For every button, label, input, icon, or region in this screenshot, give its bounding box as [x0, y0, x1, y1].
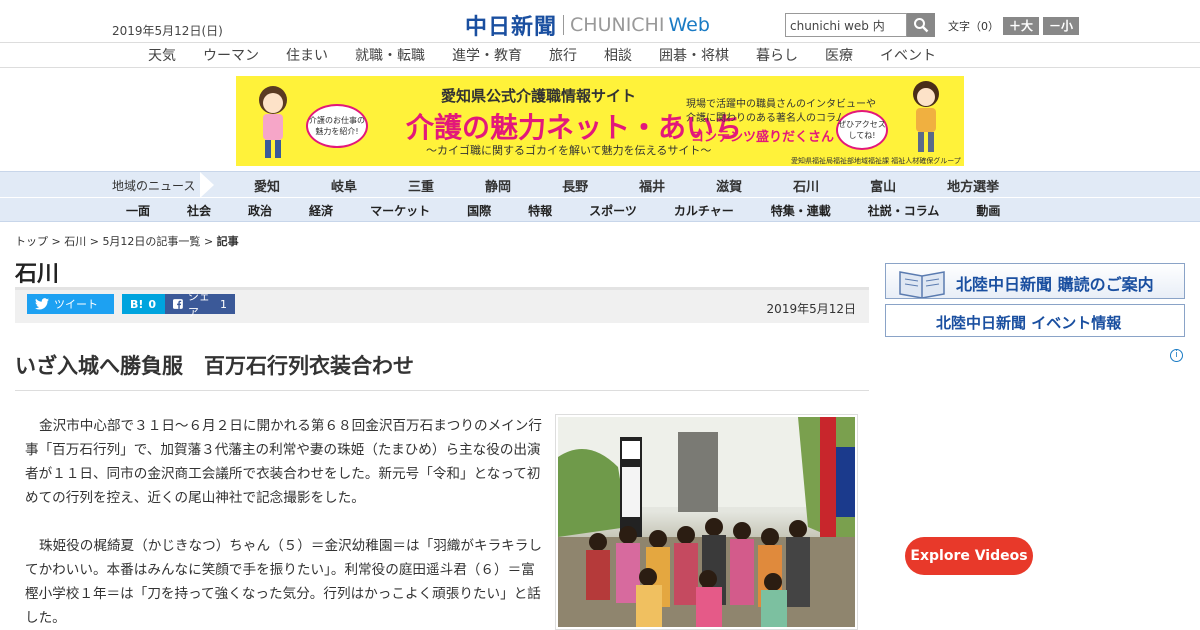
facebook-icon: [173, 299, 183, 309]
facebook-share-count: 1: [220, 297, 227, 311]
banner-tagline: 〜カイゴ職に関するゴカイを解いて魅力を伝えるサイト〜: [426, 144, 712, 157]
section-nav-item[interactable]: 社説・コラム: [868, 202, 940, 219]
share-bar: ツイート B! 0 シェア 1 2019年5月12日: [15, 290, 869, 323]
category-nav-item[interactable]: 住まい: [286, 45, 328, 65]
logo-en: CHUNICHI: [570, 14, 665, 36]
section-nav-item[interactable]: 特報: [528, 202, 552, 219]
book-icon: [899, 271, 945, 298]
category-nav-item[interactable]: ウーマン: [203, 45, 259, 65]
banner-description-line: 現場で活躍中の職員さんのインタビューや: [686, 99, 876, 110]
category-nav: 天気 ウーマン 住まい 就職・転職 進学・教育 旅行 相談 囲碁・将棋 暮らし …: [0, 43, 1200, 68]
section-nav-item[interactable]: マーケット: [370, 202, 430, 219]
section-nav-item[interactable]: 特集・連載: [771, 202, 831, 219]
banner-bubble-left: 介護のお仕事の魅力を紹介!: [306, 104, 368, 148]
twitter-bird-icon: [35, 298, 49, 310]
font-size-control: 文字（0） ＋大 －小: [948, 17, 1080, 35]
section-nav: 一面 社会 政治 経済 マーケット 国際 特報 スポーツ カルチャー 特集・連載…: [0, 197, 1200, 222]
banner-highlight: コンテンツ盛りだくさん: [691, 130, 835, 145]
site-search: [785, 13, 935, 37]
category-nav-item[interactable]: 相談: [604, 45, 632, 65]
search-icon: [914, 18, 929, 33]
category-nav-item[interactable]: 進学・教育: [452, 45, 522, 65]
hatena-bookmark-icon: B!: [130, 297, 144, 311]
region-nav-item[interactable]: 三重: [408, 176, 434, 195]
breadcrumb-top[interactable]: トップ: [15, 235, 48, 248]
subscription-ad[interactable]: 北陸中日新聞 購読のご案内: [885, 263, 1185, 299]
category-nav-item[interactable]: 旅行: [549, 45, 577, 65]
event-info-ad[interactable]: 北陸中日新聞 イベント情報: [885, 304, 1185, 337]
headline-divider: [15, 390, 869, 391]
article-date: 2019年5月12日: [766, 302, 856, 316]
current-date: 2019年5月12日(日): [112, 24, 223, 38]
banner-subtitle: 愛知県公式介護職情報サイト: [441, 87, 637, 105]
section-nav-item[interactable]: 経済: [309, 202, 333, 219]
subscription-ad-text: 北陸中日新聞 購読のご案内: [956, 275, 1154, 294]
section-nav-item[interactable]: カルチャー: [674, 202, 734, 219]
costume-group-photo-illustration: [558, 417, 855, 627]
category-nav-item[interactable]: 医療: [825, 45, 853, 65]
article-paragraph: 珠姫役の梶綺夏（かじきなつ）ちゃん（５）＝金沢幼稚園＝は「羽織がキラキラしてかわ…: [25, 538, 542, 626]
breadcrumb-list[interactable]: 5月12日の記事一覧: [102, 235, 200, 248]
region-nav-item[interactable]: 富山: [870, 176, 896, 195]
mascot-right-illustration: [913, 81, 939, 152]
article-body: 金沢市中心部で３１日～６月２日に開かれる第６８回金沢百万石まつりのメイン行事「百…: [25, 414, 545, 630]
category-nav-item[interactable]: 囲碁・将棋: [659, 45, 729, 65]
article-paragraph: 金沢市中心部で３１日～６月２日に開かれる第６８回金沢百万石まつりのメイン行事「百…: [25, 418, 542, 506]
region-nav-item[interactable]: 石川: [793, 176, 819, 195]
search-button[interactable]: [907, 13, 935, 37]
facebook-share-label: シェア: [187, 290, 210, 319]
section-nav-item[interactable]: 国際: [467, 202, 491, 219]
facebook-share-button[interactable]: シェア 1: [165, 290, 235, 319]
region-nav-item[interactable]: 岐阜: [331, 176, 357, 195]
section-nav-item[interactable]: スポーツ: [589, 202, 637, 219]
region-nav-item[interactable]: 滋賀: [716, 176, 742, 195]
hatena-count: 0: [148, 297, 157, 311]
region-nav-item[interactable]: 福井: [639, 176, 665, 195]
breadcrumb-separator: >: [203, 235, 214, 248]
banner-ad[interactable]: 介護のお仕事の魅力を紹介! 愛知県公式介護職情報サイト 介護の魅力ネット・あいち…: [236, 76, 964, 166]
banner-bubble-right: ぜひアクセスしてね!: [836, 110, 888, 150]
banner-sponsor: 愛知県福祉局福祉部地域福祉課 福祉人材確保グループ: [791, 157, 961, 165]
region-nav-item[interactable]: 静岡: [485, 176, 511, 195]
explore-videos-button[interactable]: Explore Videos: [905, 537, 1033, 575]
region-nav-item[interactable]: 愛知: [254, 176, 280, 195]
article-headline: いざ入城へ勝負服 百万石行列衣装合わせ: [15, 354, 414, 378]
category-nav-item[interactable]: 就職・転職: [355, 45, 425, 65]
category-nav-item[interactable]: 暮らし: [756, 45, 798, 65]
region-nav: 地域のニュース 愛知 岐阜 三重 静岡 長野 福井 滋賀 石川 富山 地方選挙: [0, 171, 1200, 198]
logo-jp: 中日新聞: [465, 15, 558, 40]
font-size-up-button[interactable]: ＋大: [1003, 17, 1040, 35]
breadcrumb: トップ > 石川 > 5月12日の記事一覧 > 記事: [15, 233, 239, 249]
category-nav-item[interactable]: イベント: [880, 45, 936, 65]
site-logo[interactable]: 中日新聞 CHUNICHI Web: [465, 9, 710, 41]
font-size-down-button[interactable]: －小: [1043, 17, 1080, 35]
mascot-left-illustration: [259, 86, 287, 158]
section-nav-item[interactable]: 社会: [187, 202, 211, 219]
event-info-ad-text: 北陸中日新聞 イベント情報: [936, 314, 1122, 332]
hatena-bookmark-button[interactable]: B! 0: [122, 294, 170, 314]
font-size-label: 文字（0）: [948, 20, 999, 33]
article-photo-image: [558, 417, 855, 627]
breadcrumb-separator: >: [89, 235, 99, 248]
section-nav-item[interactable]: 政治: [248, 202, 272, 219]
region-nav-item[interactable]: 長野: [562, 176, 588, 195]
page-title: 石川: [15, 262, 60, 287]
category-nav-item[interactable]: 天気: [148, 45, 176, 65]
article-photo[interactable]: [555, 414, 858, 630]
region-nav-arrow: [200, 172, 214, 198]
search-input[interactable]: [785, 13, 907, 37]
ad-info-icon[interactable]: i: [1170, 349, 1183, 362]
breadcrumb-current: 記事: [216, 235, 239, 248]
tweet-label: ツイート: [54, 298, 98, 311]
logo-web: Web: [668, 14, 710, 36]
section-nav-item[interactable]: 動画: [976, 202, 1000, 219]
section-nav-item[interactable]: 一面: [126, 202, 150, 219]
region-nav-label: 地域のニュース: [112, 179, 196, 193]
breadcrumb-pref[interactable]: 石川: [64, 235, 86, 248]
breadcrumb-separator: >: [51, 235, 61, 248]
tweet-button[interactable]: ツイート: [27, 294, 114, 314]
logo-divider: [563, 15, 565, 35]
region-nav-item[interactable]: 地方選挙: [947, 176, 999, 195]
